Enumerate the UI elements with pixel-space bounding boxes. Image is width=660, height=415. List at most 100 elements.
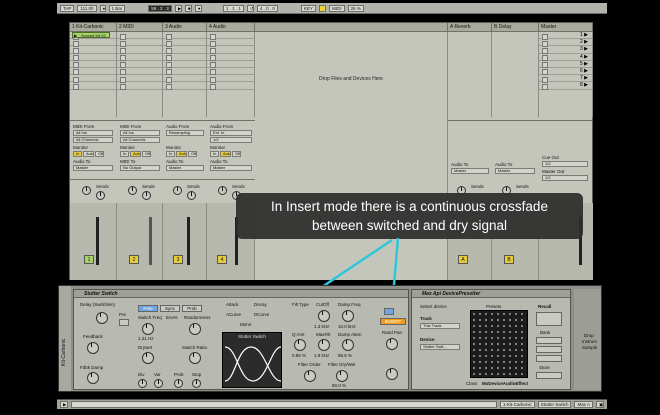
clip-view-toggle-icon[interactable]: ▣ xyxy=(596,401,604,408)
track-activator[interactable]: 3 xyxy=(173,255,183,264)
scene-launch[interactable]: 2 ▶ xyxy=(539,39,592,47)
clip-slot[interactable] xyxy=(117,61,162,69)
bottom-device-1[interactable]: Stutter Switch xyxy=(537,401,572,408)
q-amt-knob[interactable] xyxy=(294,339,306,351)
device-select[interactable]: Stutter Swit... xyxy=(420,344,460,350)
output-select[interactable]: Master xyxy=(166,165,204,171)
bank-button-2[interactable] xyxy=(536,346,562,353)
mode-sync-button[interactable]: Sync xyxy=(160,305,180,312)
input-type-select[interactable]: Resampling xyxy=(166,130,204,136)
track-activator[interactable]: 2 xyxy=(129,255,139,264)
track-header-master[interactable]: Master xyxy=(539,23,593,32)
envelope-display[interactable]: Stutter Switch xyxy=(222,332,282,388)
monitor-in[interactable]: In xyxy=(73,151,82,157)
track-select[interactable]: This Track xyxy=(420,323,460,329)
monitor-auto[interactable]: Auto xyxy=(130,151,141,157)
output-select[interactable]: Master xyxy=(451,168,489,174)
insert-button[interactable]: INSERT xyxy=(380,318,406,325)
drywet-knob[interactable] xyxy=(142,352,154,364)
input-channel-select[interactable]: 1/2 xyxy=(210,137,252,143)
master-out-select[interactable]: 1/2 xyxy=(542,175,588,181)
clip-slot[interactable] xyxy=(117,32,162,40)
clip-slot[interactable]: Synced Kit 02 xyxy=(70,32,116,40)
scene-launch[interactable]: 4 ▶ xyxy=(539,54,592,62)
drywet-output-knob[interactable] xyxy=(386,368,398,380)
rand-pan-knob[interactable] xyxy=(386,338,398,350)
scene-launch[interactable]: 7 ▶ xyxy=(539,75,592,83)
monitor-auto[interactable]: Auto xyxy=(176,151,187,157)
clip-slot[interactable] xyxy=(70,75,116,83)
clip-slot[interactable] xyxy=(70,39,116,47)
loop-icon[interactable]: ↺ xyxy=(246,4,254,12)
quantize-select[interactable]: 1 Bar xyxy=(108,4,126,12)
monitor-off[interactable]: Off xyxy=(188,151,197,157)
mode-free-button[interactable]: Free xyxy=(138,305,158,312)
bank-button-3[interactable] xyxy=(536,355,562,362)
clip-slot[interactable] xyxy=(117,82,162,91)
record-icon[interactable]: ● xyxy=(194,4,202,12)
track-activator[interactable]: B xyxy=(504,255,514,264)
input-channel-select[interactable]: All Channels xyxy=(73,137,113,143)
track-header-b[interactable]: B Delay xyxy=(492,23,539,32)
track-header-3[interactable]: 3 Audio xyxy=(163,23,207,32)
randomness-knob[interactable] xyxy=(189,323,201,335)
clip-slot[interactable] xyxy=(117,39,162,47)
delay-knob[interactable] xyxy=(96,312,108,324)
maxfilt-knob[interactable] xyxy=(318,339,330,351)
monitor-off[interactable]: Off xyxy=(95,151,104,157)
monitor-off[interactable]: Off xyxy=(232,151,241,157)
scene-launch[interactable]: 1 ▶ xyxy=(539,32,592,40)
clip-slot[interactable] xyxy=(163,32,206,40)
clip-slot[interactable] xyxy=(70,46,116,55)
clip-slot[interactable] xyxy=(163,54,206,62)
scene-launch[interactable]: 6 ▶ xyxy=(539,68,592,76)
switch-ratio-knob[interactable] xyxy=(189,352,201,364)
stop-icon[interactable]: ■ xyxy=(184,4,192,12)
clip-slot[interactable] xyxy=(163,46,206,55)
cue-out-select[interactable]: 1/2 xyxy=(542,161,588,167)
track-header-a[interactable]: A Reverb xyxy=(448,23,492,32)
clip[interactable]: Synced Kit 02 xyxy=(72,32,110,38)
stop-knob[interactable] xyxy=(192,379,201,388)
track-header-1[interactable]: 1 Kit-Carbonic xyxy=(70,23,117,32)
metronome-icon[interactable]: ● xyxy=(99,4,106,12)
cutoff-knob[interactable] xyxy=(318,310,330,322)
input-channel-select[interactable]: All Channels xyxy=(120,137,160,143)
var-knob[interactable] xyxy=(154,379,163,388)
output-select[interactable]: No Output xyxy=(120,165,160,171)
send-a-knob[interactable] xyxy=(128,186,137,195)
track-header-2[interactable]: 2 MIDI xyxy=(117,23,163,32)
send-a-knob[interactable] xyxy=(173,186,182,195)
send-a-knob[interactable] xyxy=(82,186,91,195)
clip-slot[interactable] xyxy=(117,54,162,62)
clip-slot[interactable] xyxy=(70,61,116,69)
feedback-knob[interactable] xyxy=(87,342,99,354)
output-select[interactable]: Master xyxy=(73,165,113,171)
clip-slot[interactable] xyxy=(70,54,116,62)
input-type-select[interactable]: Ext. In xyxy=(210,130,252,136)
recall-button[interactable] xyxy=(536,312,562,326)
clip-slot[interactable] xyxy=(207,46,254,55)
key-map-button[interactable]: KEY xyxy=(300,4,316,12)
clip-slot[interactable] xyxy=(207,75,254,83)
output-select[interactable]: Master xyxy=(210,165,252,171)
clip-slot[interactable] xyxy=(207,32,254,40)
bank-button-1[interactable] xyxy=(536,337,562,344)
clip-slot[interactable] xyxy=(207,54,254,62)
clip-slot[interactable] xyxy=(163,39,206,47)
song-position[interactable]: 59 . 2 . 3 xyxy=(148,4,172,12)
filter-order-knob[interactable] xyxy=(304,370,316,382)
clip-slot[interactable] xyxy=(117,68,162,76)
store-button[interactable] xyxy=(536,372,562,379)
track-activator[interactable]: 1 xyxy=(84,255,94,264)
scene-launch[interactable]: 5 ▶ xyxy=(539,61,592,69)
loop-length[interactable]: 4 . 0 . 0 xyxy=(256,4,278,12)
preset-grid[interactable] xyxy=(470,310,528,378)
monitor-auto[interactable]: Auto xyxy=(220,151,231,157)
midi-map-button[interactable]: MIDI xyxy=(329,4,345,12)
send-toggle[interactable] xyxy=(384,308,394,315)
clip-slot[interactable] xyxy=(117,46,162,55)
drop-zone[interactable]: Drop Files and Devices Here xyxy=(255,32,448,280)
clip-slot[interactable] xyxy=(70,68,116,76)
input-type-select[interactable]: All Ins xyxy=(120,130,160,136)
